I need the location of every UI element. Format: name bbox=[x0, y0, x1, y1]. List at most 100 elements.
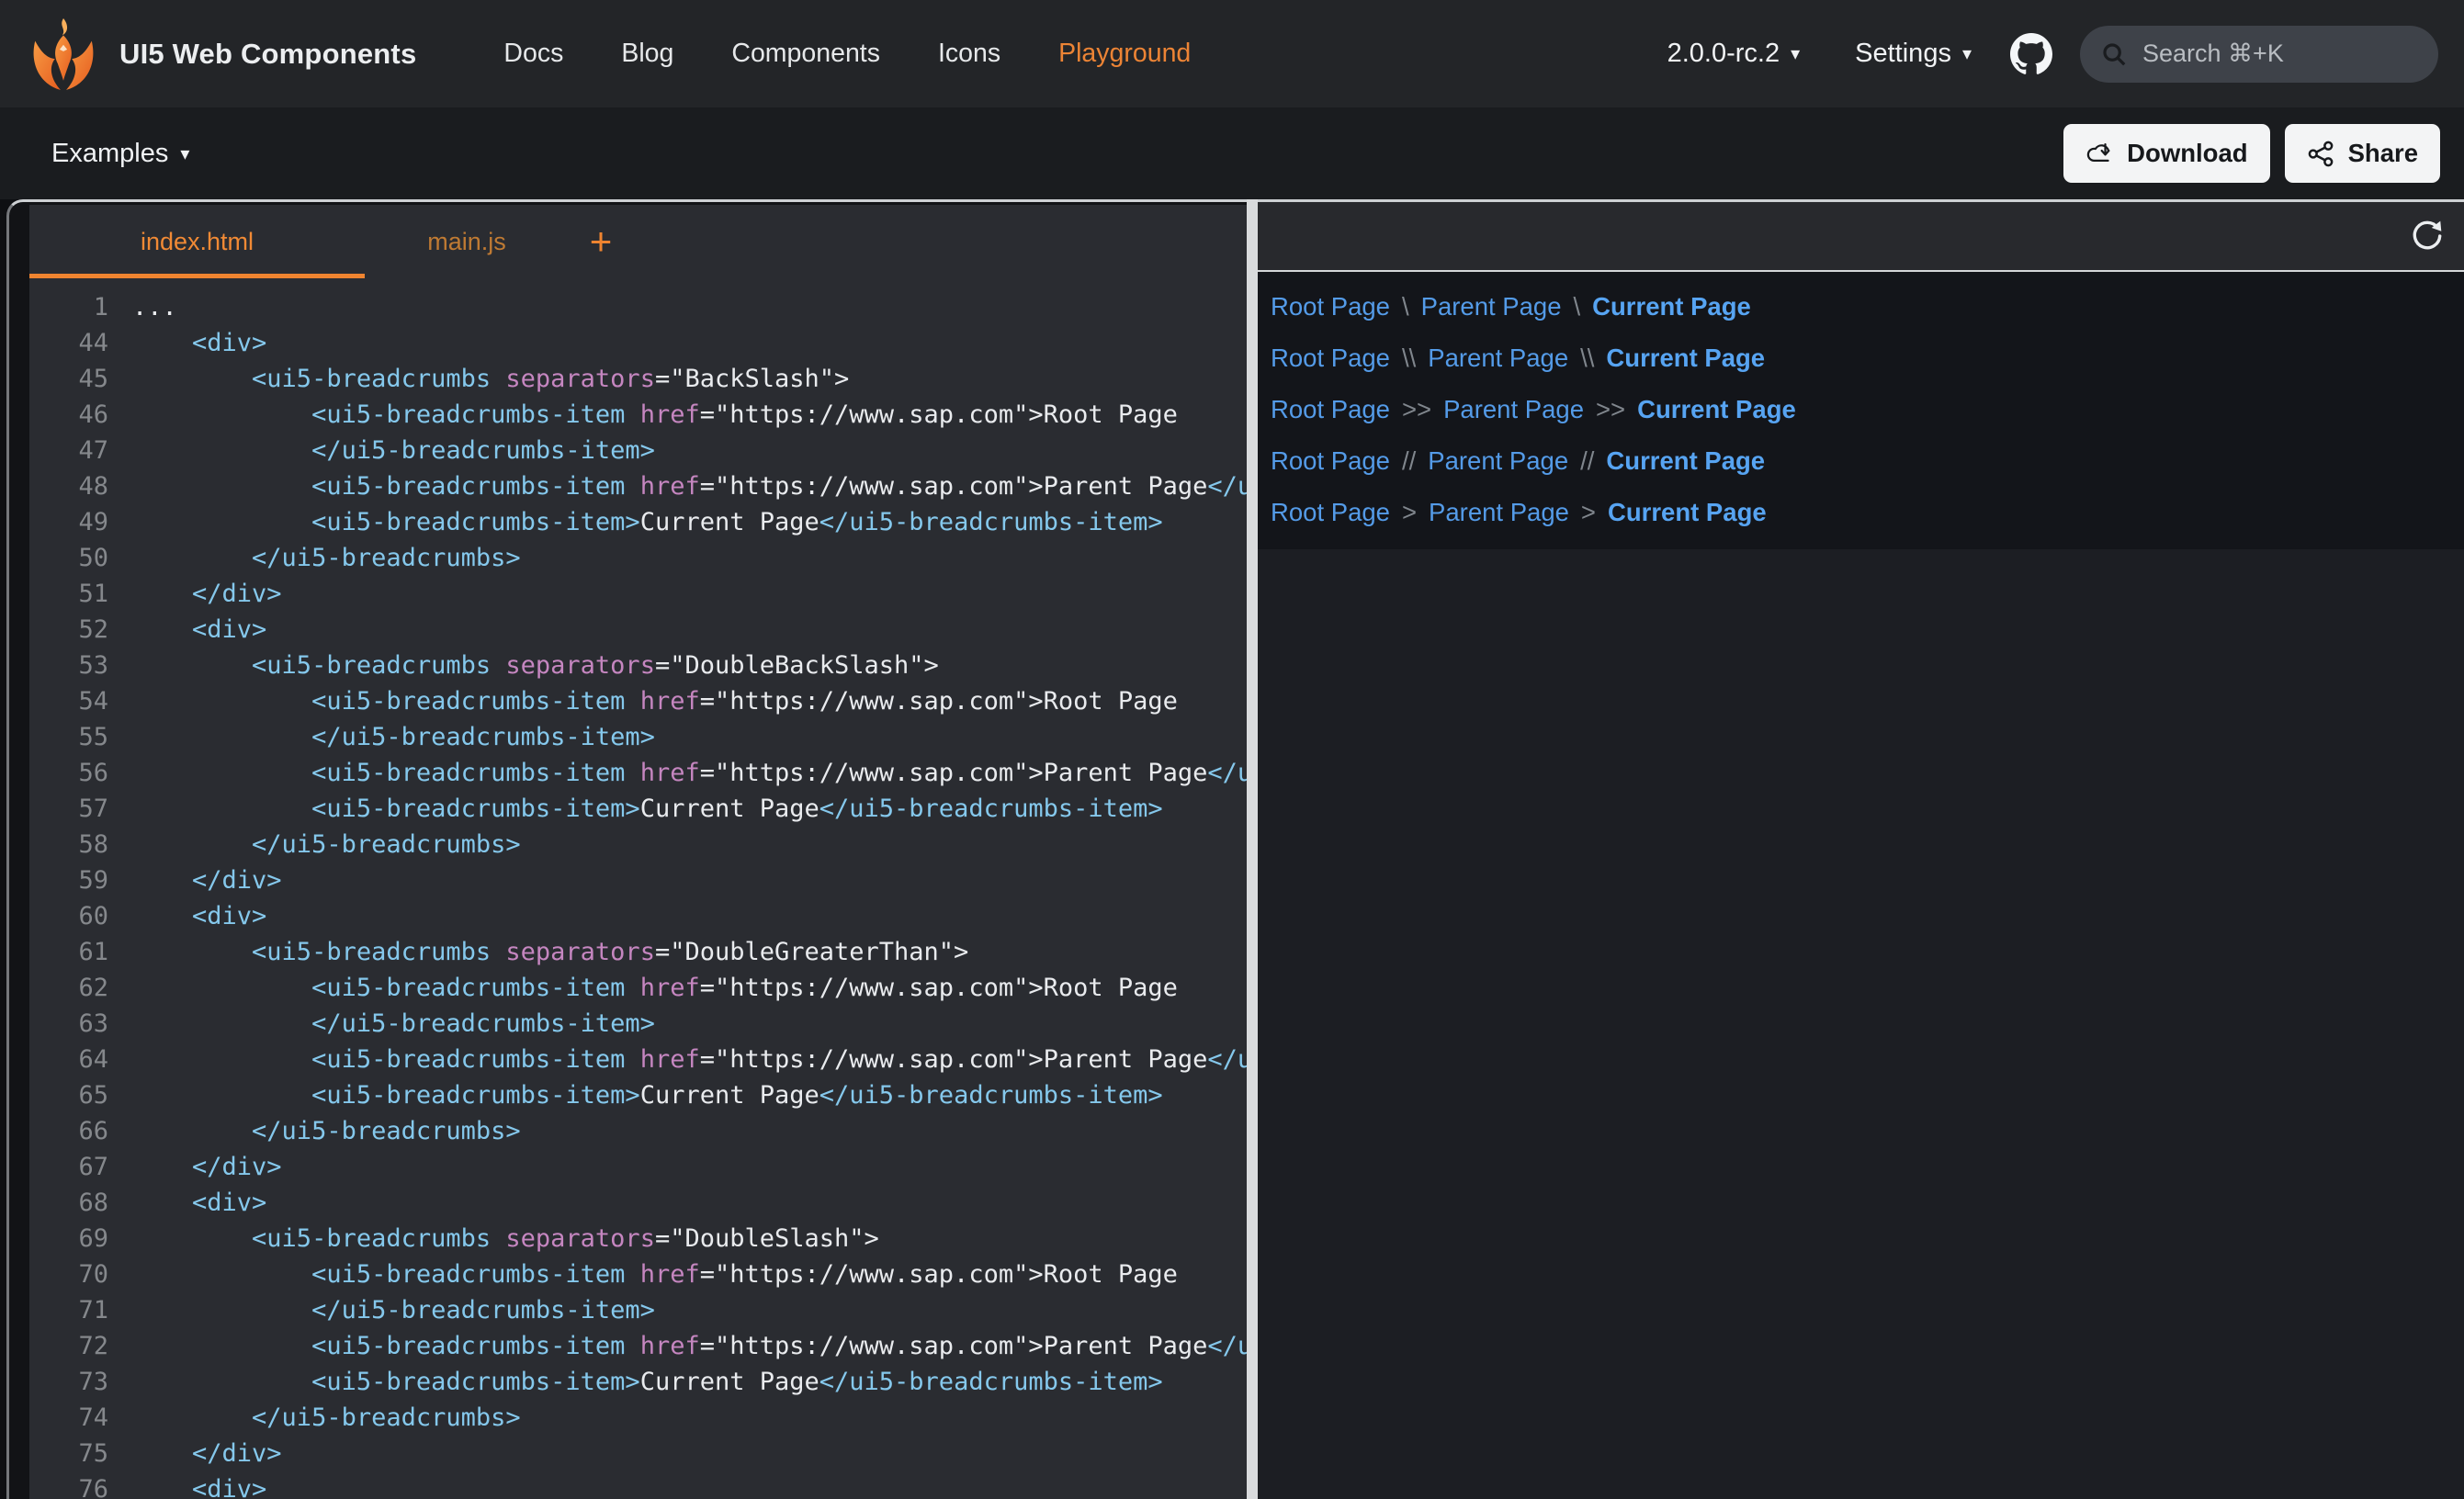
tab-main-js[interactable]: main.js bbox=[365, 205, 569, 278]
top-navbar: UI5 Web Components Docs Blog Components Ico… bbox=[0, 0, 2464, 107]
breadcrumb-current: Current Page bbox=[1606, 446, 1765, 476]
breadcrumb-separator: >> bbox=[1596, 395, 1625, 424]
settings-menu[interactable]: Settings ▾ bbox=[1855, 39, 1972, 69]
code-line: 74 </ui5-breadcrumbs> bbox=[29, 1400, 1247, 1436]
breadcrumbs-row: Root Page\\Parent Page\\Current Page bbox=[1271, 332, 2464, 384]
code-line: 63 </ui5-breadcrumbs-item> bbox=[29, 1006, 1247, 1042]
breadcrumb-link[interactable]: Root Page bbox=[1271, 395, 1390, 424]
nav-link-components[interactable]: Components bbox=[731, 39, 880, 69]
code-text: </ui5-breadcrumbs> bbox=[132, 827, 521, 862]
line-number: 1 bbox=[29, 289, 132, 325]
playground-toolbar: Examples ▾ Download Share bbox=[0, 107, 2464, 199]
search-box[interactable] bbox=[2080, 26, 2438, 83]
line-number: 58 bbox=[29, 827, 132, 862]
breadcrumb-link[interactable]: Parent Page bbox=[1428, 344, 1568, 373]
code-text: <ui5-breadcrumbs separators="DoubleBackS… bbox=[132, 648, 939, 683]
line-number: 46 bbox=[29, 397, 132, 433]
github-icon[interactable] bbox=[2010, 33, 2052, 75]
code-text: </ui5-breadcrumbs-item> bbox=[132, 1292, 655, 1328]
code-line: 67 </div> bbox=[29, 1149, 1247, 1185]
editor-tabs: index.html main.js + bbox=[29, 205, 1247, 278]
code-text: <ui5-breadcrumbs-item>Current Page</ui5-… bbox=[132, 1077, 1163, 1113]
breadcrumbs-row: Root Page//Parent Page//Current Page bbox=[1271, 435, 2464, 487]
breadcrumb-current: Current Page bbox=[1608, 498, 1767, 527]
refresh-button[interactable] bbox=[2407, 216, 2447, 256]
code-line: 66 </ui5-breadcrumbs> bbox=[29, 1113, 1247, 1149]
code-text: <div> bbox=[132, 1185, 266, 1221]
breadcrumbs-row: Root Page>Parent Page>Current Page bbox=[1271, 487, 2464, 538]
code-text: <div> bbox=[132, 1471, 266, 1499]
breadcrumb-link[interactable]: Parent Page bbox=[1421, 292, 1562, 321]
split-drag-handle[interactable] bbox=[1247, 199, 1258, 1499]
code-line: 56 <ui5-breadcrumbs-item href="https://w… bbox=[29, 755, 1247, 791]
code-text: <ui5-breadcrumbs-item href="https://www.… bbox=[132, 468, 1247, 504]
nav-link-icons[interactable]: Icons bbox=[938, 39, 1000, 69]
code-line: 51 </div> bbox=[29, 576, 1247, 612]
code-line: 47 </ui5-breadcrumbs-item> bbox=[29, 433, 1247, 468]
breadcrumb-separator: > bbox=[1402, 498, 1417, 527]
code-line: 46 <ui5-breadcrumbs-item href="https://w… bbox=[29, 397, 1247, 433]
code-line: 65 <ui5-breadcrumbs-item>Current Page</u… bbox=[29, 1077, 1247, 1113]
search-input[interactable] bbox=[2142, 39, 2400, 68]
line-number: 57 bbox=[29, 791, 132, 827]
line-number: 62 bbox=[29, 970, 132, 1006]
line-number: 44 bbox=[29, 325, 132, 361]
breadcrumbs-row: Root Page>>Parent Page>>Current Page bbox=[1271, 384, 2464, 435]
code-text: <ui5-breadcrumbs-item href="https://www.… bbox=[132, 1328, 1247, 1364]
examples-dropdown[interactable]: Examples ▾ bbox=[51, 139, 189, 169]
new-tab-button[interactable]: + bbox=[569, 205, 633, 278]
preview-header bbox=[1258, 202, 2464, 272]
nav-link-blog[interactable]: Blog bbox=[621, 39, 673, 69]
breadcrumb-link[interactable]: Parent Page bbox=[1429, 498, 1569, 527]
line-number: 54 bbox=[29, 683, 132, 719]
line-number: 75 bbox=[29, 1436, 132, 1471]
code-text: </ui5-breadcrumbs> bbox=[132, 540, 521, 576]
line-number: 70 bbox=[29, 1257, 132, 1292]
code-line: 53 <ui5-breadcrumbs separators="DoubleBa… bbox=[29, 648, 1247, 683]
settings-label: Settings bbox=[1855, 39, 1951, 69]
code-text: </div> bbox=[132, 1436, 282, 1471]
main-split: index.html main.js + 1...44 <div>45 <ui5… bbox=[0, 199, 2464, 1499]
code-text: <div> bbox=[132, 898, 266, 934]
code-line: 68 <div> bbox=[29, 1185, 1247, 1221]
code-editor[interactable]: index.html main.js + 1...44 <div>45 <ui5… bbox=[29, 205, 1247, 1499]
brand-link[interactable]: UI5 Web Components bbox=[26, 17, 416, 92]
breadcrumb-current: Current Page bbox=[1637, 395, 1796, 424]
code-line: 71 </ui5-breadcrumbs-item> bbox=[29, 1292, 1247, 1328]
share-icon bbox=[2307, 140, 2335, 168]
code-area[interactable]: 1...44 <div>45 <ui5-breadcrumbs separato… bbox=[29, 278, 1247, 1499]
breadcrumb-current: Current Page bbox=[1606, 344, 1765, 373]
code-line: 50 </ui5-breadcrumbs> bbox=[29, 540, 1247, 576]
breadcrumb-link[interactable]: Parent Page bbox=[1428, 446, 1568, 476]
breadcrumb-link[interactable]: Parent Page bbox=[1443, 395, 1584, 424]
download-button[interactable]: Download bbox=[2063, 124, 2269, 183]
line-number: 52 bbox=[29, 612, 132, 648]
search-icon bbox=[2100, 40, 2128, 68]
breadcrumb-link[interactable]: Root Page bbox=[1271, 292, 1390, 321]
tab-index-html[interactable]: index.html bbox=[29, 205, 365, 278]
breadcrumb-link[interactable]: Root Page bbox=[1271, 344, 1390, 373]
code-line: 73 <ui5-breadcrumbs-item>Current Page</u… bbox=[29, 1364, 1247, 1400]
code-text: <div> bbox=[132, 612, 266, 648]
version-selector[interactable]: 2.0.0-rc.2 ▾ bbox=[1667, 39, 1801, 69]
breadcrumb-link[interactable]: Root Page bbox=[1271, 446, 1390, 476]
share-button[interactable]: Share bbox=[2285, 124, 2440, 183]
breadcrumbs-row: Root Page\Parent Page\Current Page bbox=[1271, 281, 2464, 332]
line-number: 51 bbox=[29, 576, 132, 612]
breadcrumb-link[interactable]: Root Page bbox=[1271, 498, 1390, 527]
nav-link-docs[interactable]: Docs bbox=[503, 39, 563, 69]
code-line: 60 <div> bbox=[29, 898, 1247, 934]
code-text: </ui5-breadcrumbs> bbox=[132, 1113, 521, 1149]
line-number: 67 bbox=[29, 1149, 132, 1185]
line-number: 73 bbox=[29, 1364, 132, 1400]
code-line: 69 <ui5-breadcrumbs separators="DoubleSl… bbox=[29, 1221, 1247, 1257]
breadcrumb-separator: \\ bbox=[1580, 344, 1594, 373]
tab-label: index.html bbox=[141, 228, 254, 256]
code-line: 64 <ui5-breadcrumbs-item href="https://w… bbox=[29, 1042, 1247, 1077]
chevron-down-icon: ▾ bbox=[1791, 42, 1800, 65]
code-text: <ui5-breadcrumbs-item href="https://www.… bbox=[132, 755, 1247, 791]
nav-link-playground[interactable]: Playground bbox=[1058, 39, 1191, 69]
code-line: 45 <ui5-breadcrumbs separators="BackSlas… bbox=[29, 361, 1247, 397]
code-text: <ui5-breadcrumbs-item href="https://www.… bbox=[132, 397, 1178, 433]
code-line: 52 <div> bbox=[29, 612, 1247, 648]
